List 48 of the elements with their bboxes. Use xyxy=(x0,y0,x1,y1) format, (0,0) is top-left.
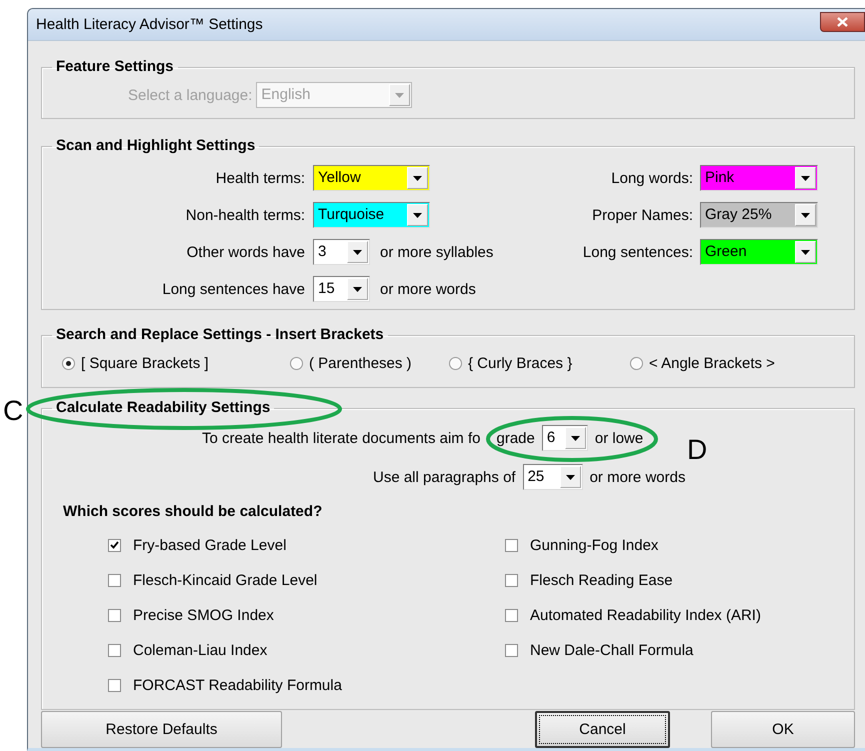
field-suffix: or lowe xyxy=(594,430,644,446)
color-dropdown[interactable]: Gray 25% xyxy=(700,202,818,228)
field-label: Proper Names: xyxy=(592,206,693,224)
field-label: Select a language: xyxy=(128,86,252,104)
annotation-letter: C xyxy=(3,396,24,426)
section-question: Which scores should be calculated? xyxy=(62,503,324,521)
field-label: Non-health terms: xyxy=(186,206,305,224)
field-label: Other words have xyxy=(186,244,305,260)
number-dropdown[interactable]: 25 xyxy=(522,464,583,490)
annotation-letter: D xyxy=(687,435,708,465)
restore-defaults-button[interactable]: Restore Defaults xyxy=(41,711,282,748)
checkbox-label: Gunning-Fog Index xyxy=(530,536,658,554)
ok-button[interactable]: OK xyxy=(711,711,855,748)
radio-label: ( Parentheses ) xyxy=(309,355,412,372)
radio-label: < Angle Brackets > xyxy=(649,355,775,372)
color-dropdown[interactable]: Pink xyxy=(700,165,818,191)
checkbox-label: Flesch-Kincaid Grade Level xyxy=(133,572,318,588)
number-dropdown[interactable]: 6 xyxy=(542,425,588,451)
checkbox-label: Coleman-Liau Index xyxy=(133,642,268,658)
checkbox-label: FORCAST Readability Formula xyxy=(133,676,342,694)
group-title: Scan and Highlight Settings xyxy=(56,137,256,154)
radio-label: [ Square Brackets ] xyxy=(81,355,209,372)
checkbox-label: New Dale-Chall Formula xyxy=(530,642,694,658)
number-dropdown[interactable]: 15 xyxy=(313,276,370,302)
field-label: Long sentences have xyxy=(162,280,305,298)
field-suffix: or more words xyxy=(380,280,476,298)
radio-label: { Curly Braces } xyxy=(468,355,572,372)
field-label: grade xyxy=(496,430,535,446)
checkbox-label: Fry-based Grade Level xyxy=(133,536,286,554)
cancel-button[interactable]: Cancel xyxy=(535,711,670,748)
number-dropdown[interactable]: 3 xyxy=(313,239,370,265)
field-label: Health terms: xyxy=(216,170,305,186)
field-suffix: or more syllables xyxy=(380,244,494,260)
checkbox-label: Automated Readability Index (ARI) xyxy=(530,606,761,624)
field-label: Long sentences: xyxy=(582,244,693,260)
field-label: To create health literate documents aim fo xyxy=(202,430,480,446)
checkbox-label: Precise SMOG Index xyxy=(133,606,274,624)
color-dropdown[interactable]: Turquoise xyxy=(313,202,430,228)
window-title: Health Literacy Advisor™ Settings xyxy=(36,16,263,33)
group-title: Search and Replace Settings - Insert Brackets xyxy=(56,326,384,343)
field-label: Use all paragraphs of xyxy=(373,468,516,486)
group-title: Feature Settings xyxy=(56,58,174,75)
field-suffix: or more words xyxy=(590,468,686,486)
group-title: Calculate Readability Settings xyxy=(56,399,270,416)
color-dropdown[interactable]: Yellow xyxy=(313,165,430,191)
checkbox-label: Flesch Reading Ease xyxy=(530,572,673,588)
field-label: Long words: xyxy=(611,170,693,186)
color-dropdown[interactable]: Green xyxy=(700,239,818,265)
